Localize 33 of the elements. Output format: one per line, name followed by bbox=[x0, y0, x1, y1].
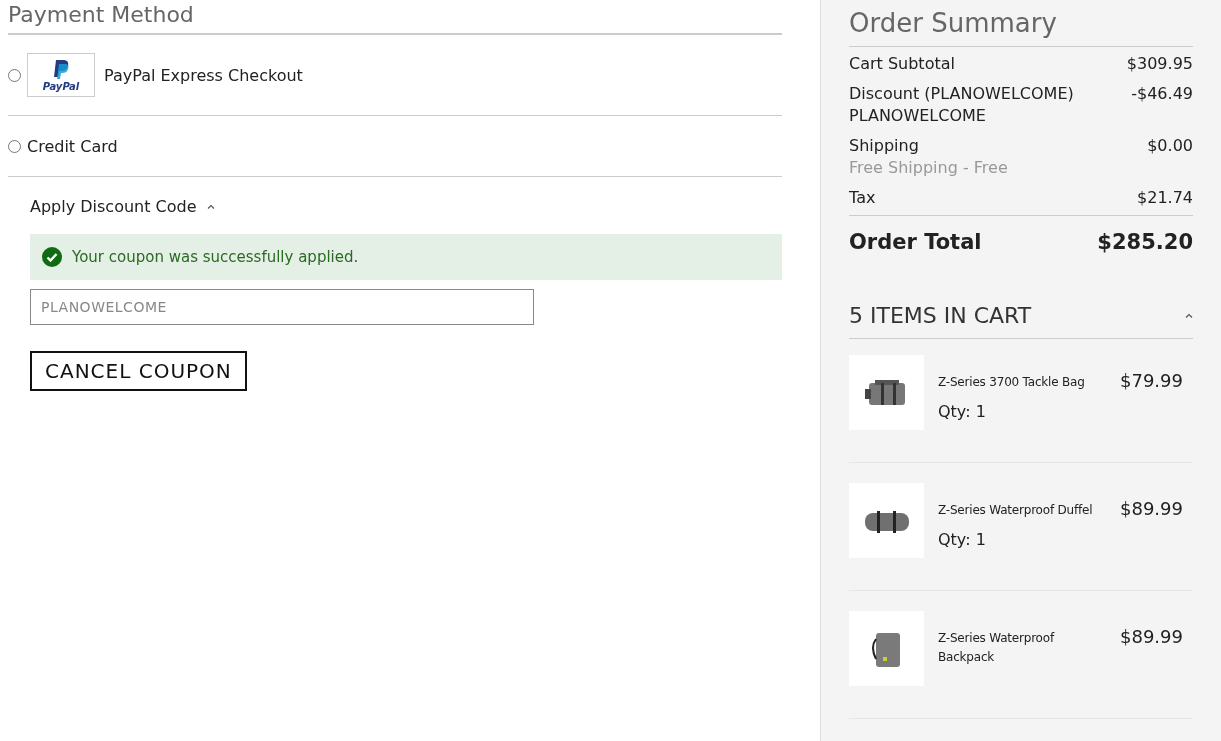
row-label: Tax bbox=[849, 188, 876, 207]
row-note: PLANOWELCOME bbox=[849, 106, 987, 125]
summary-title: Order Summary bbox=[849, 8, 1193, 47]
radio-button[interactable] bbox=[8, 68, 21, 82]
caret-icon bbox=[1185, 313, 1193, 318]
product-name[interactable]: Z-Series 3700 Tackle Bag bbox=[938, 373, 1106, 392]
row-amount: $0.00 bbox=[1147, 136, 1193, 157]
section-title: Payment Method bbox=[8, 0, 782, 35]
row-amount: $309.95 bbox=[1126, 54, 1193, 73]
message-text: Your coupon was successfully applied. bbox=[72, 248, 359, 266]
quantity-text: Qty: 1 bbox=[938, 402, 987, 421]
row-amount: -$46.49 bbox=[1131, 84, 1193, 105]
total-label: Order Total bbox=[849, 230, 982, 254]
p-letter-icon bbox=[52, 58, 70, 81]
product-price: $79.99 bbox=[1120, 369, 1184, 393]
row-label: Cart Subtotal bbox=[849, 54, 955, 73]
row-label: Shipping bbox=[849, 136, 920, 155]
row-amount: $21.74 bbox=[1137, 188, 1193, 207]
row-label: Discount (PLANOWELCOME) bbox=[849, 84, 1074, 103]
quantity-text: Qty: 1 bbox=[938, 530, 987, 549]
cart-toggle[interactable]: 5 ITEMS IN CART bbox=[849, 302, 1193, 339]
payment-option-label[interactable]: Credit Card bbox=[27, 136, 118, 156]
product-name[interactable]: Z-Series Waterproof Duffel bbox=[938, 501, 1106, 520]
radio-button[interactable] bbox=[8, 139, 21, 153]
row-note: Free Shipping - Free bbox=[849, 158, 1008, 177]
check-circle-icon bbox=[42, 247, 62, 267]
caret-icon bbox=[206, 204, 215, 209]
product-name[interactable]: Z-Series Waterproof Backpack bbox=[938, 629, 1106, 667]
total-amount: $285.20 bbox=[1097, 230, 1193, 254]
logo-text: PayPal bbox=[42, 80, 80, 92]
product-price: $89.99 bbox=[1120, 625, 1184, 649]
product-price: $89.99 bbox=[1120, 497, 1184, 521]
payment-option-label[interactable]: PayPal Express Checkout bbox=[104, 65, 303, 85]
